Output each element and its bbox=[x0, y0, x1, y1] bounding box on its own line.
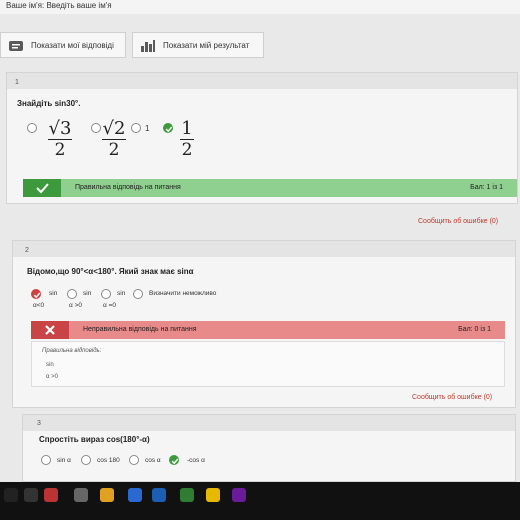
name-label: Ваше ім'я: Введіть ваше ім'я bbox=[6, 1, 112, 10]
option-2-line2: α >0 bbox=[69, 302, 82, 309]
answer-option-1: sin α bbox=[57, 457, 71, 464]
os-taskbar bbox=[0, 482, 520, 520]
explorer-icon[interactable] bbox=[74, 488, 88, 502]
question-header bbox=[7, 73, 517, 89]
score-text: Бал: 0 із 1 bbox=[458, 326, 491, 333]
opera-icon[interactable] bbox=[44, 488, 58, 502]
store-icon[interactable] bbox=[152, 488, 166, 502]
app-icon[interactable] bbox=[232, 488, 246, 502]
result-badge bbox=[31, 321, 69, 339]
check-icon bbox=[171, 458, 179, 465]
answer-radio-3[interactable] bbox=[101, 289, 111, 299]
answer-radio-4[interactable] bbox=[133, 289, 143, 299]
result-text: Правильна відповідь на питання bbox=[75, 184, 181, 191]
result-bar-correct: Правильна відповідь на питання Бал: 1 із… bbox=[23, 179, 517, 197]
option-3-line2: α =0 bbox=[103, 302, 116, 309]
app-icon[interactable] bbox=[128, 488, 142, 502]
question-card-3: 3 Спростіть вираз cos(180°-α) sin α cos … bbox=[22, 414, 516, 482]
answer-radio-2[interactable] bbox=[81, 455, 91, 465]
correct-answer-line1: sin bbox=[46, 362, 54, 368]
question-text: Спростіть вираз cos(180°-α) bbox=[39, 435, 150, 444]
question-number: 1 bbox=[15, 79, 19, 86]
option-denominator: 2 bbox=[181, 140, 193, 160]
question-number: 2 bbox=[25, 247, 29, 254]
option-numerator: √3 bbox=[48, 118, 72, 139]
answer-radio-3[interactable] bbox=[129, 455, 139, 465]
show-result-button[interactable]: Показати мій результат bbox=[132, 32, 264, 58]
answer-option-4: 1 2 bbox=[175, 119, 199, 160]
result-text: Неправильна відповідь на питання bbox=[83, 326, 197, 333]
report-error-link-1[interactable]: Сообщить об ошибке (0) bbox=[418, 218, 498, 225]
chrome-icon[interactable] bbox=[100, 488, 114, 502]
bar-chart-icon bbox=[141, 40, 155, 52]
answer-option-3: 1 bbox=[145, 124, 150, 133]
check-icon bbox=[33, 292, 41, 299]
question-text: Знайдіть sin30°. bbox=[17, 99, 81, 108]
answer-option-1: √3 2 bbox=[45, 119, 75, 160]
result-bar-incorrect: Неправильна відповідь на питання Бал: 0 … bbox=[31, 321, 505, 339]
answer-option-2: cos 180 bbox=[97, 457, 120, 464]
answer-radio-1-selected[interactable] bbox=[31, 289, 41, 299]
answer-option-3: cos α bbox=[145, 457, 161, 464]
question-card-1: 1 Знайдіть sin30°. √3 2 √2 2 1 1 2 Прави… bbox=[6, 72, 518, 204]
folder-icon[interactable] bbox=[206, 488, 220, 502]
toolbar: Показати мої відповіді Показати мій резу… bbox=[0, 32, 520, 60]
answer-radio-2[interactable] bbox=[67, 289, 77, 299]
question-card-2: 2 Відомо,що 90°<α<180°. Який знак має si… bbox=[12, 240, 516, 408]
show-answers-label: Показати мої відповіді bbox=[31, 41, 114, 50]
option-denominator: 2 bbox=[54, 140, 66, 160]
option-2-line1: sin bbox=[83, 290, 92, 297]
correct-answer-box: Правильна відповідь: sin α >0 bbox=[31, 341, 505, 387]
option-denominator: 2 bbox=[108, 140, 120, 160]
option-3-line1: sin bbox=[117, 290, 126, 297]
question-header bbox=[23, 415, 515, 431]
question-header bbox=[13, 241, 515, 257]
result-badge bbox=[23, 179, 61, 197]
option-1-line1: sin bbox=[49, 290, 58, 297]
option-numerator: √2 bbox=[102, 118, 126, 139]
close-icon bbox=[45, 325, 55, 335]
answer-radio-4-selected[interactable] bbox=[169, 455, 179, 465]
answer-radio-4-selected[interactable] bbox=[163, 123, 173, 133]
score-text: Бал: 1 із 1 bbox=[470, 184, 503, 191]
report-error-link-2[interactable]: Сообщить об ошибке (0) bbox=[412, 394, 492, 401]
show-answers-button[interactable]: Показати мої відповіді bbox=[0, 32, 126, 58]
name-field-row: Ваше ім'я: Введіть ваше ім'я bbox=[0, 0, 520, 14]
answer-radio-1[interactable] bbox=[41, 455, 51, 465]
correct-answer-line2: α >0 bbox=[46, 374, 58, 380]
check-icon bbox=[165, 126, 173, 133]
answer-option-4: -cos α bbox=[187, 457, 205, 464]
question-text: Відомо,що 90°<α<180°. Який знак має sinα bbox=[27, 267, 194, 276]
start-icon[interactable] bbox=[4, 488, 18, 502]
app-icon[interactable] bbox=[180, 488, 194, 502]
option-1-line2: α<0 bbox=[33, 302, 45, 309]
answer-option-2: √2 2 bbox=[99, 119, 129, 160]
question-number: 3 bbox=[37, 420, 41, 427]
option-4-line1: Визначити неможливо bbox=[149, 290, 217, 297]
answer-radio-1[interactable] bbox=[27, 123, 37, 133]
check-icon bbox=[36, 183, 49, 194]
search-icon[interactable] bbox=[24, 488, 38, 502]
correct-answer-label: Правильна відповідь: bbox=[42, 348, 102, 354]
answer-radio-3[interactable] bbox=[131, 123, 141, 133]
option-numerator: 1 bbox=[181, 118, 193, 139]
show-result-label: Показати мій результат bbox=[163, 41, 250, 50]
answers-icon bbox=[9, 41, 23, 51]
